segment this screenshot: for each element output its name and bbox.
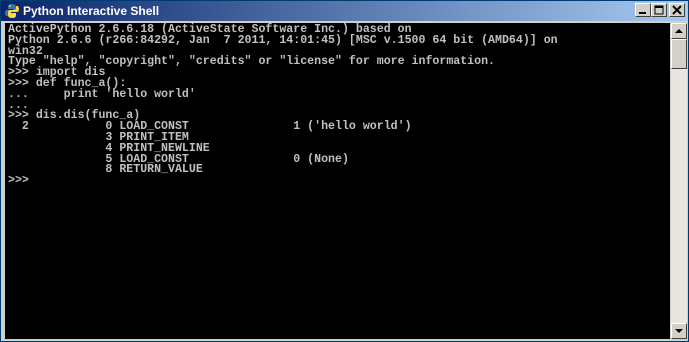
arrow-down-icon xyxy=(675,329,683,333)
vertical-scrollbar[interactable] xyxy=(671,23,687,339)
maximize-button[interactable] xyxy=(651,3,667,17)
scroll-up-button[interactable] xyxy=(671,23,687,39)
minimize-icon xyxy=(639,12,646,14)
minimize-button[interactable] xyxy=(635,3,651,17)
maximize-icon xyxy=(654,5,664,15)
scroll-down-button[interactable] xyxy=(671,323,687,339)
scroll-thumb[interactable] xyxy=(671,39,687,69)
console-line: Python 2.6.6 (r266:84292, Jan 7 2011, 14… xyxy=(8,33,558,47)
arrow-up-icon xyxy=(675,29,683,33)
title-bar[interactable]: Python Interactive Shell xyxy=(1,1,688,21)
window-title: Python Interactive Shell xyxy=(23,4,160,18)
console-output[interactable]: ActivePython 2.6.6.18 (ActiveState Softw… xyxy=(5,23,670,339)
python-icon xyxy=(4,3,20,19)
console-line: ... print 'hello world' xyxy=(8,87,196,101)
console-line: 8 RETURN_VALUE xyxy=(8,163,203,177)
shell-window: Python Interactive Shell ActivePython 2.… xyxy=(0,0,689,342)
close-button[interactable] xyxy=(669,3,685,17)
close-icon xyxy=(672,5,682,15)
console-prompt: >>> xyxy=(8,174,29,188)
